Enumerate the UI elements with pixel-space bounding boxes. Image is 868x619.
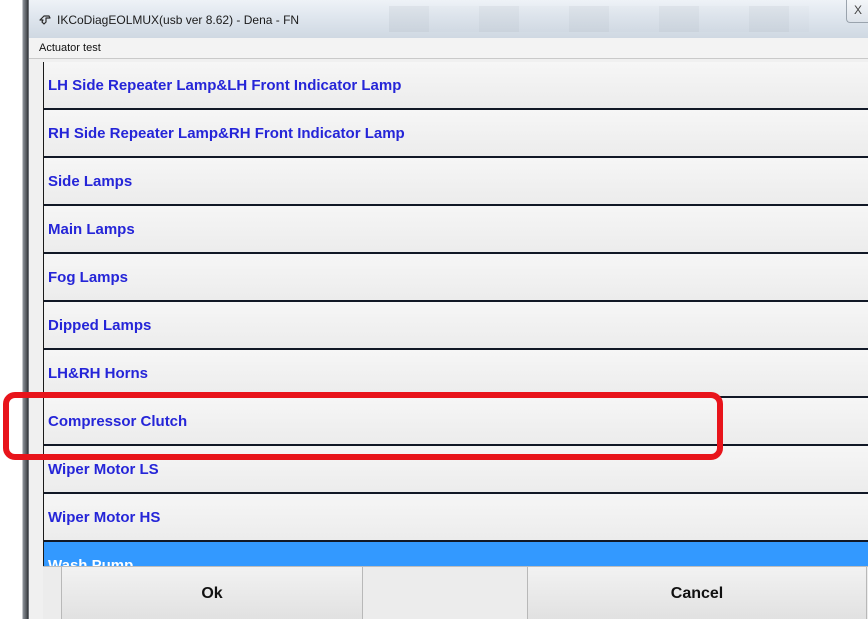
actuator-item-label: LH&RH Horns	[48, 365, 148, 382]
actuator-item-label: RH Side Repeater Lamp&RH Front Indicator…	[48, 125, 405, 142]
ok-button[interactable]: Ok	[61, 567, 363, 619]
actuator-item-label: Side Lamps	[48, 173, 133, 190]
actuator-item[interactable]: Fog Lamps	[44, 254, 868, 302]
title-bar[interactable]: IKCoDiagEOLMUX(usb ver 8.62) - Dena - FN…	[29, 0, 868, 39]
window-title: IKCoDiagEOLMUX(usb ver 8.62) - Dena - FN	[57, 13, 300, 27]
actuator-item-label: Wash Pump	[48, 557, 134, 566]
actuator-item[interactable]: Side Lamps	[44, 158, 868, 206]
actuator-item[interactable]: LH Side Repeater Lamp&LH Front Indicator…	[44, 62, 868, 110]
app-window: IKCoDiagEOLMUX(usb ver 8.62) - Dena - FN…	[28, 0, 868, 619]
app-icon	[39, 15, 51, 25]
actuator-item[interactable]: Dipped Lamps	[44, 302, 868, 350]
actuator-item[interactable]: Compressor Clutch	[44, 398, 868, 446]
actuator-item[interactable]: RH Side Repeater Lamp&RH Front Indicator…	[44, 110, 868, 158]
dialog-caption-text: Actuator test	[39, 42, 101, 54]
actuator-item[interactable]: Wiper Motor LS	[44, 446, 868, 494]
actuator-item-label: Main Lamps	[48, 221, 135, 238]
screen: IKCoDiagEOLMUX(usb ver 8.62) - Dena - FN…	[0, 0, 868, 619]
title-bar-background	[389, 6, 809, 32]
actuator-item[interactable]: Wiper Motor HS	[44, 494, 868, 542]
actuator-item-label: Compressor Clutch	[48, 413, 188, 430]
actuator-item-label: Wiper Motor LS	[48, 461, 159, 478]
actuator-item[interactable]: Main Lamps	[44, 206, 868, 254]
actuator-item[interactable]: Wash Pump	[44, 542, 868, 566]
actuator-item[interactable]: LH&RH Horns	[44, 350, 868, 398]
dialog-caption: Actuator test	[29, 38, 868, 59]
actuator-list[interactable]: LH Side Repeater Lamp&LH Front Indicator…	[43, 62, 868, 566]
actuator-item-label: Fog Lamps	[48, 269, 129, 286]
actuator-item-label: Wiper Motor HS	[48, 509, 161, 526]
close-icon[interactable]: X	[846, 0, 868, 23]
actuator-item-label: Dipped Lamps	[48, 317, 152, 334]
button-bar: Ok Cancel	[43, 566, 868, 619]
actuator-item-label: LH Side Repeater Lamp&LH Front Indicator…	[48, 77, 402, 94]
cancel-button[interactable]: Cancel	[527, 567, 867, 619]
background-edge	[0, 0, 28, 619]
